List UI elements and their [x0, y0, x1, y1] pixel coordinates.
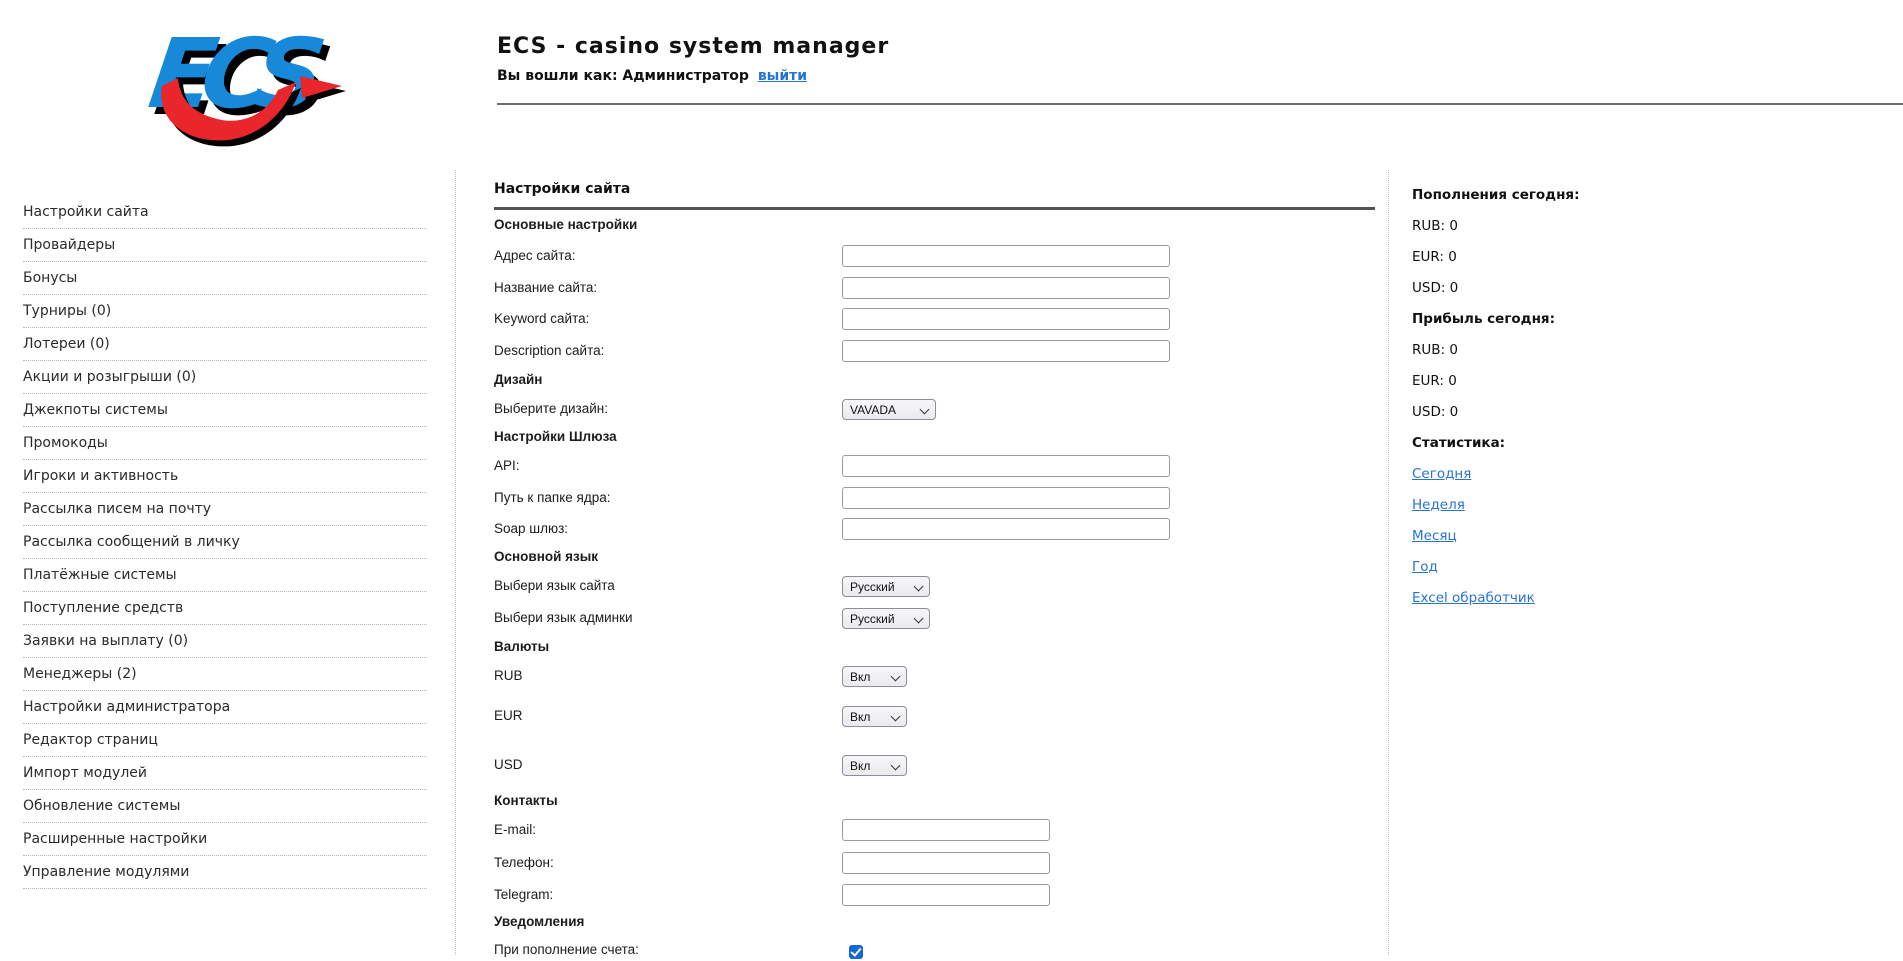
stats-link-excel[interactable]: Excel обработчик	[1412, 590, 1535, 606]
section-contacts: Контакты	[494, 793, 558, 808]
phone-input[interactable]	[842, 852, 1050, 874]
form-title-divider	[494, 207, 1375, 210]
deposits-eur: EUR: 0	[1412, 249, 1457, 265]
section-design: Дизайн	[494, 372, 543, 387]
header: ECS - casino system manager Вы вошли как…	[497, 34, 889, 84]
core-path-label: Путь к папке ядра:	[494, 490, 611, 505]
page-title: ECS - casino system manager	[497, 34, 890, 59]
stats-link-month[interactable]: Месяц	[1412, 528, 1457, 544]
sidebar-item-system-update[interactable]: Обновление системы	[23, 790, 427, 823]
site-settings-form: Настройки сайта Основные настройки Адрес…	[455, 170, 1389, 959]
design-select[interactable]: VAVADA	[842, 399, 936, 420]
email-input[interactable]	[842, 819, 1050, 841]
sidebar-menu: Настройки сайта Провайдеры Бонусы Турнир…	[23, 196, 427, 889]
eur-label: EUR	[494, 708, 523, 723]
site-name-input[interactable]	[842, 277, 1170, 299]
eur-toggle-select[interactable]: Вкл	[842, 706, 907, 727]
site-address-input[interactable]	[842, 245, 1170, 267]
admin-language-label: Выбери язык админки	[494, 610, 633, 625]
deposits-rub: RUB: 0	[1412, 218, 1458, 234]
section-basic-settings: Основные настройки	[494, 217, 638, 232]
eur-toggle-value: Вкл	[850, 709, 871, 724]
stats-panel: Пополнения сегодня: RUB: 0 EUR: 0 USD: 0…	[1412, 186, 1742, 620]
site-description-label: Description сайта:	[494, 343, 605, 358]
profit-eur: EUR: 0	[1412, 373, 1457, 389]
design-select-value: VAVADA	[850, 402, 897, 417]
login-status: Вы вошли как: Администратор	[497, 68, 749, 84]
sidebar-item-players[interactable]: Игроки и активность	[23, 460, 427, 493]
stats-link-today[interactable]: Сегодня	[1412, 466, 1471, 482]
site-language-value: Русский	[850, 579, 895, 594]
deposits-usd: USD: 0	[1412, 280, 1459, 296]
section-language: Основной язык	[494, 549, 599, 564]
stats-link-week[interactable]: Неделя	[1412, 497, 1465, 513]
admin-language-value: Русский	[850, 611, 895, 626]
chevron-down-icon	[890, 760, 901, 771]
stats-link-year[interactable]: Год	[1412, 559, 1438, 575]
chevron-down-icon	[913, 581, 924, 592]
sidebar-item-email-mailing[interactable]: Рассылка писем на почту	[23, 493, 427, 526]
api-label: API:	[494, 458, 520, 473]
sidebar-item-managers[interactable]: Менеджеры (2)	[23, 658, 427, 691]
site-keyword-label: Keyword сайта:	[494, 311, 590, 326]
profit-rub: RUB: 0	[1412, 342, 1458, 358]
sidebar-item-promocodes[interactable]: Промокоды	[23, 427, 427, 460]
site-language-label: Выбери язык сайта	[494, 578, 615, 593]
section-currencies: Валюты	[494, 639, 550, 654]
usd-toggle-value: Вкл	[850, 758, 871, 773]
telegram-label: Telegram:	[494, 887, 554, 902]
rub-toggle-select[interactable]: Вкл	[842, 666, 907, 687]
usd-label: USD	[494, 757, 523, 772]
statistics-title: Статистика:	[1412, 435, 1506, 451]
sidebar-item-pm-mailing[interactable]: Рассылка сообщений в личку	[23, 526, 427, 559]
sidebar-item-jackpots[interactable]: Джекпоты системы	[23, 394, 427, 427]
site-keyword-input[interactable]	[842, 308, 1170, 330]
sidebar-item-module-management[interactable]: Управление модулями	[23, 856, 427, 889]
section-gateway: Настройки Шлюза	[494, 429, 617, 444]
sidebar-item-bonuses[interactable]: Бонусы	[23, 262, 427, 295]
telegram-input[interactable]	[842, 884, 1050, 906]
sidebar-item-admin-settings[interactable]: Настройки администратора	[23, 691, 427, 724]
usd-toggle-select[interactable]: Вкл	[842, 755, 907, 776]
site-name-label: Название сайта:	[494, 280, 598, 295]
chevron-down-icon	[919, 404, 930, 415]
sidebar-item-payment-systems[interactable]: Платёжные системы	[23, 559, 427, 592]
deposit-notify-checkbox[interactable]	[849, 945, 863, 959]
sidebar-item-incoming-funds[interactable]: Поступление средств	[23, 592, 427, 625]
design-select-label: Выберите дизайн:	[494, 401, 608, 416]
site-address-label: Адрес сайта:	[494, 248, 576, 263]
profit-today-title: Прибыль сегодня:	[1412, 311, 1555, 327]
ecs-logo: ECS ECS	[140, 16, 350, 152]
sidebar-item-payout-requests[interactable]: Заявки на выплату (0)	[23, 625, 427, 658]
site-language-select[interactable]: Русский	[842, 576, 930, 597]
site-description-input[interactable]	[842, 340, 1170, 362]
rub-label: RUB	[494, 668, 523, 683]
sidebar-item-advanced-settings[interactable]: Расширенные настройки	[23, 823, 427, 856]
sidebar-item-site-settings[interactable]: Настройки сайта	[23, 196, 427, 229]
soap-gateway-input[interactable]	[842, 518, 1170, 540]
api-input[interactable]	[842, 455, 1170, 477]
profit-usd: USD: 0	[1412, 404, 1459, 420]
chevron-down-icon	[890, 711, 901, 722]
sidebar-item-lotteries[interactable]: Лотереи (0)	[23, 328, 427, 361]
sidebar-item-module-import[interactable]: Импорт модулей	[23, 757, 427, 790]
sidebar-item-tournaments[interactable]: Турниры (0)	[23, 295, 427, 328]
email-label: E-mail:	[494, 822, 537, 837]
sidebar-item-page-editor[interactable]: Редактор страниц	[23, 724, 427, 757]
deposits-today-title: Пополнения сегодня:	[1412, 187, 1580, 203]
sidebar-item-providers[interactable]: Провайдеры	[23, 229, 427, 262]
header-divider	[497, 103, 1903, 105]
phone-label: Телефон:	[494, 855, 554, 870]
chevron-down-icon	[890, 671, 901, 682]
rub-toggle-value: Вкл	[850, 669, 871, 684]
soap-gateway-label: Soap шлюз:	[494, 521, 569, 536]
core-path-input[interactable]	[842, 487, 1170, 509]
section-notifications: Уведомления	[494, 914, 585, 929]
sidebar-item-promotions[interactable]: Акции и розыгрыши (0)	[23, 361, 427, 394]
chevron-down-icon	[913, 613, 924, 624]
admin-language-select[interactable]: Русский	[842, 608, 930, 629]
logout-link[interactable]: выйти	[758, 68, 807, 84]
form-title: Настройки сайта	[494, 181, 631, 197]
